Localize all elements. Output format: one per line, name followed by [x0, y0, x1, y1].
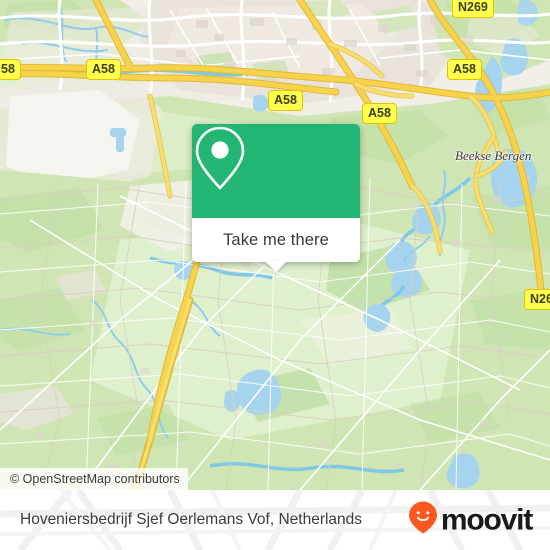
road-shield-a58-upper-left[interactable]: A58: [86, 59, 121, 80]
map-canvas[interactable]: .g { fill:#cfe6b4; } .gl { fill:#dff0cc;…: [0, 0, 550, 490]
map-attribution[interactable]: © OpenStreetMap contributors: [0, 468, 188, 490]
take-me-there-label: Take me there: [223, 230, 329, 249]
bottom-info-bar: Hoveniersbedrijf Sjef Oerlemans Vof, Net…: [0, 490, 550, 550]
moovit-pin-smile-icon: [408, 501, 438, 540]
road-shield-a58-center[interactable]: A58: [268, 90, 303, 111]
popup-pointer: [265, 261, 287, 272]
take-me-there-button[interactable]: Take me there: [192, 218, 360, 262]
moovit-map-page: .g { fill:#cfe6b4; } .gl { fill:#dff0cc;…: [0, 0, 550, 550]
popup-header: [192, 124, 360, 218]
attribution-text: © OpenStreetMap contributors: [10, 472, 180, 486]
brand-name: moovit: [440, 503, 533, 536]
road-shield-a58-far-right[interactable]: A58: [447, 59, 482, 80]
place-title: Hoveniersbedrijf Sjef Oerlemans Vof, Net…: [20, 511, 363, 528]
road-shield-a58-west-edge[interactable]: 58: [0, 59, 21, 80]
location-popup[interactable]: Take me there: [192, 124, 360, 272]
moovit-logo[interactable]: moovit: [408, 501, 533, 540]
road-shield-n269-right[interactable]: N26: [524, 289, 550, 310]
road-shield-n269-top[interactable]: N269: [452, 0, 494, 18]
road-shield-a58-right[interactable]: A58: [362, 103, 397, 124]
